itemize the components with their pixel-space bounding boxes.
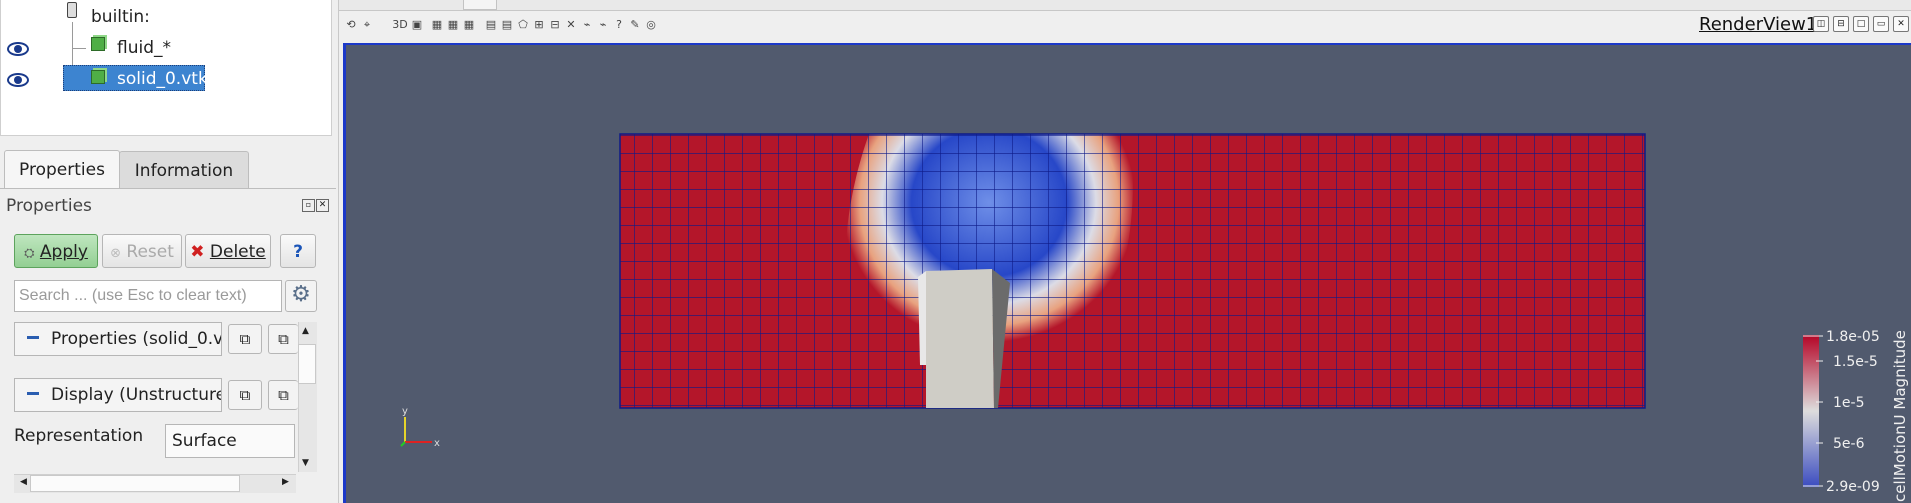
orientation-axes: y x — [400, 406, 440, 449]
apply-button[interactable]: ⛭ Apply — [14, 234, 98, 268]
copy-icon[interactable]: ⧉ — [228, 324, 262, 354]
dataset-cube-icon — [91, 70, 105, 84]
delete-icon: ✖ — [190, 242, 205, 262]
colorbar-tick-label: 5e-6 — [1833, 436, 1865, 452]
representation-select[interactable]: Surface — [165, 424, 295, 458]
solid-block — [918, 269, 1010, 408]
edit-annotation-icon[interactable]: ✎ — [629, 19, 641, 31]
query-icon[interactable]: ? — [613, 19, 625, 31]
scroll-left-arrow-icon[interactable]: ◀ — [20, 477, 27, 487]
advanced-settings-gear-icon[interactable]: ⚙ — [285, 280, 317, 312]
pipeline-item-fluid[interactable]: fluid_* — [117, 35, 171, 61]
visibility-eye-icon[interactable] — [7, 42, 29, 56]
tab-label: Properties — [19, 160, 105, 180]
apply-label: Apply — [39, 242, 88, 262]
search-input[interactable] — [14, 280, 282, 312]
delete-label: Delete — [209, 242, 266, 262]
reset-icon: ⊗ — [110, 246, 121, 261]
delete-button[interactable]: ✖ Delete — [185, 234, 271, 268]
float-panel-icon[interactable]: ▫ — [302, 199, 315, 212]
interactive-select-icon[interactable]: ▤ — [501, 19, 513, 31]
close-view-icon[interactable]: ✕ — [1893, 16, 1909, 32]
select-block-icon[interactable]: ▤ — [485, 19, 497, 31]
apply-icon: ⛭ — [24, 246, 35, 261]
scroll-up-arrow-icon[interactable]: ▲ — [302, 326, 309, 336]
colorbar-title: cellMotionU Magnitude — [1891, 330, 1909, 502]
render-viewport[interactable]: y x 1.8e-05 1.5e-5 1e-5 5e-6 2.9e-09 cel… — [343, 43, 1911, 503]
capture-screenshot-icon[interactable]: ▣ — [411, 19, 423, 31]
reset-camera-icon[interactable]: ⟲ — [345, 19, 357, 31]
dataset-cube-icon — [91, 37, 105, 51]
restore-icon[interactable]: ▭ — [1873, 16, 1889, 32]
polygon-select-icon[interactable]: ⬠ — [517, 19, 529, 31]
pipeline-item-label: fluid_* — [117, 38, 171, 58]
view-toolbar: ⟲ ⌖ 3D ▣ ▦ ▦ ▦ ▤ ▤ ⬠ ⊞ ⊟ ✕ ⌁ ⌁ ? ✎ ◎ — [339, 11, 1911, 41]
collapse-minus-icon[interactable] — [27, 391, 39, 395]
panel-title: Properties — [6, 196, 92, 216]
section-label: Display (UnstructuredGrid) — [51, 385, 221, 405]
color-legend[interactable]: 1.8e-05 1.5e-5 1e-5 5e-6 2.9e-09 cellMot… — [1803, 329, 1909, 502]
reset-label: Reset — [126, 242, 174, 262]
pipeline-item-label: builtin: — [91, 7, 150, 27]
left-panel: builtin: fluid_* solid_0.vtk Properties … — [0, 0, 339, 503]
zoom-to-data-icon[interactable]: ⌖ — [361, 19, 373, 31]
copy-icon[interactable]: ⧉ — [228, 380, 262, 410]
hover-cells-icon[interactable]: ⌁ — [597, 19, 609, 31]
view-tab-strip — [339, 0, 1911, 11]
block-face — [926, 269, 994, 408]
solid-mesh — [619, 133, 1646, 409]
colorbar-gradient — [1803, 335, 1819, 487]
representation-label: Representation — [14, 426, 144, 446]
colorbar-tick-label: 2.9e-09 — [1826, 479, 1880, 495]
tree-line — [72, 48, 86, 49]
section-properties[interactable]: Properties (solid_0.vtk) — [14, 322, 222, 356]
maximize-icon[interactable]: □ — [1853, 16, 1869, 32]
colorbar-tick-label: 1e-5 — [1833, 395, 1864, 411]
shrink-selection-icon[interactable]: ⊟ — [549, 19, 561, 31]
horizontal-scrollbar-thumb[interactable] — [30, 475, 240, 492]
visibility-eye-icon[interactable] — [7, 73, 29, 87]
paste-icon[interactable]: ⧉ — [268, 324, 298, 354]
scene-canvas: y x 1.8e-05 1.5e-5 1e-5 5e-6 2.9e-09 cel… — [400, 133, 1909, 502]
split-vertical-icon[interactable]: ⊟ — [1833, 16, 1849, 32]
collapse-minus-icon[interactable] — [27, 335, 39, 339]
colorbar-tick-label: 1.8e-05 — [1826, 329, 1880, 345]
axis-x-label: x — [434, 438, 440, 449]
close-panel-icon[interactable]: ✕ — [316, 199, 329, 212]
scroll-down-arrow-icon[interactable]: ▼ — [302, 458, 309, 468]
server-icon — [67, 2, 77, 18]
select-points-icon[interactable]: ▦ — [447, 19, 459, 31]
tab-divider — [0, 188, 336, 189]
tab-properties[interactable]: Properties — [4, 150, 120, 189]
tab-information[interactable]: Information — [119, 151, 249, 188]
reset-button[interactable]: ⊗ Reset — [102, 234, 182, 268]
select-frustum-icon[interactable]: ▦ — [463, 19, 475, 31]
help-icon: ? — [293, 242, 303, 262]
render-view-title[interactable]: RenderView1 — [1699, 14, 1817, 35]
mesh-grid — [620, 134, 1645, 408]
pipeline-item-label: solid_0.vtk — [117, 69, 208, 89]
split-horizontal-icon[interactable]: ◫ — [1813, 16, 1829, 32]
help-button[interactable]: ? — [280, 234, 316, 268]
view-tab[interactable] — [463, 0, 497, 10]
paste-icon[interactable]: ⧉ — [268, 380, 298, 410]
hover-points-icon[interactable]: ⌁ — [581, 19, 593, 31]
grow-selection-icon[interactable]: ⊞ — [533, 19, 545, 31]
scroll-right-arrow-icon[interactable]: ▶ — [282, 477, 289, 487]
section-display[interactable]: Display (UnstructuredGrid) — [14, 378, 222, 412]
vertical-scrollbar-thumb[interactable] — [298, 344, 316, 384]
axis-y-label: y — [402, 406, 408, 417]
tab-label: Information — [134, 161, 234, 181]
pipeline-browser: builtin: fluid_* solid_0.vtk — [0, 0, 332, 136]
toggle-3d-button[interactable]: 3D — [391, 19, 409, 31]
select-cells-icon[interactable]: ▦ — [431, 19, 443, 31]
pipeline-item-builtin[interactable]: builtin: — [91, 4, 150, 30]
clear-selection-icon[interactable]: ✕ — [565, 19, 577, 31]
colorbar-tick-label: 1.5e-5 — [1833, 354, 1878, 370]
section-label: Properties (solid_0.vtk) — [51, 329, 221, 349]
pipeline-item-solid[interactable]: solid_0.vtk — [117, 66, 208, 92]
settings-circle-icon[interactable]: ◎ — [645, 19, 657, 31]
